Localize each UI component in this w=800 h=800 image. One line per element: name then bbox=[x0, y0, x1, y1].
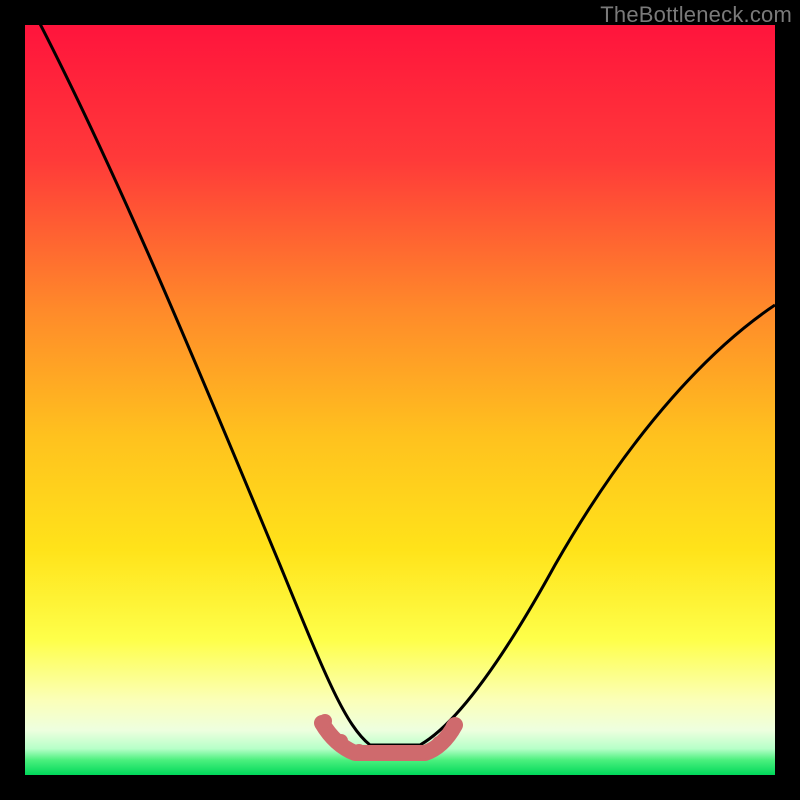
flat-node bbox=[446, 719, 460, 733]
flat-node bbox=[432, 736, 446, 750]
plot-area bbox=[25, 25, 775, 775]
flat-node bbox=[374, 747, 388, 761]
chart-frame: TheBottleneck.com bbox=[0, 0, 800, 800]
flat-node bbox=[318, 714, 332, 728]
chart-svg bbox=[25, 25, 775, 775]
gradient-background bbox=[25, 25, 775, 775]
flat-node bbox=[352, 744, 366, 758]
flat-node bbox=[396, 747, 410, 761]
flat-node bbox=[334, 734, 348, 748]
watermark-text: TheBottleneck.com bbox=[600, 2, 792, 28]
flat-node bbox=[416, 745, 430, 759]
